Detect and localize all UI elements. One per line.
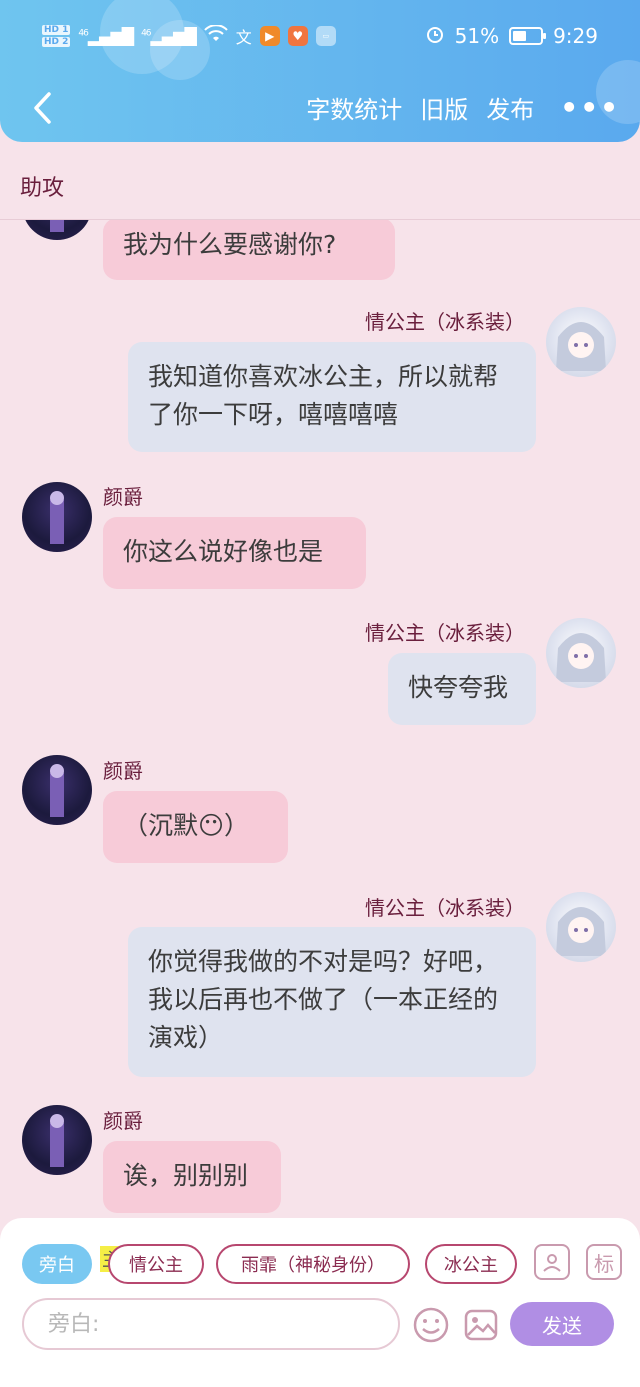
video-app-icon: ▶ [259, 26, 280, 46]
role-chip-yufei[interactable]: 雨霏（神秘身份） [216, 1244, 410, 1284]
sender-name: 颜爵 [103, 485, 143, 509]
alarm-icon [425, 24, 445, 49]
emoji-icon[interactable] [412, 1306, 450, 1344]
message-bubble: 你这么说好像也是 [103, 517, 366, 589]
sender-name: 情公主（冰系装） [365, 896, 525, 920]
sender-name: 情公主（冰系装） [365, 310, 525, 334]
publish-button[interactable]: 发布 [486, 90, 534, 125]
hd-indicator: HD 1 HD 2 [42, 25, 71, 47]
message-bubble: 我为什么要感谢你? [103, 220, 395, 280]
avatar[interactable] [22, 755, 92, 825]
sender-name: 颜爵 [103, 1109, 143, 1133]
role-chip-qing-princess[interactable]: 情公主 [108, 1244, 204, 1284]
health-app-icon: ♥ [287, 26, 308, 46]
back-button[interactable] [22, 88, 62, 128]
message-bubble: 诶，别别别 [103, 1141, 281, 1213]
role-chip-ice-princess[interactable]: 冰公主 [425, 1244, 517, 1284]
sms-app-icon: ▭ [315, 26, 336, 46]
chat-list[interactable]: 我为什么要感谢你? 情公主（冰系装） 我知道你喜欢冰公主，所以就帮了你一下呀，嘻… [0, 220, 640, 1220]
nav-bar: 字数统计 旧版 发布 ••• [0, 82, 640, 136]
more-icon[interactable]: ••• [560, 91, 620, 124]
avatar[interactable] [22, 482, 92, 552]
role-manage-icon[interactable] [534, 1244, 570, 1280]
signal-icon: 46▂▄▆█ [78, 26, 134, 46]
section-title: 助攻 [0, 142, 640, 220]
wifi-icon [204, 24, 228, 48]
input-row: 发送 [22, 1298, 622, 1350]
status-bar: HD 1 HD 2 46▂▄▆█ 46▂▄▆█ 文 ▶ ♥ ▭ 51% 9:29 [0, 18, 640, 54]
chevron-left-icon [34, 92, 51, 124]
avatar[interactable] [22, 220, 92, 240]
message-input[interactable] [22, 1298, 400, 1350]
message-bubble: 我知道你喜欢冰公主，所以就帮了你一下呀，嘻嘻嘻嘻 [128, 342, 536, 452]
message-bubble: 你觉得我做的不对是吗？好吧，我以后再也不做了（一本正经的演戏） [128, 927, 536, 1077]
sender-name: 颜爵 [103, 759, 143, 783]
send-button[interactable]: 发送 [510, 1302, 614, 1346]
word-count-button[interactable]: 字数统计 [306, 90, 402, 125]
top-header: HD 1 HD 2 46▂▄▆█ 46▂▄▆█ 文 ▶ ♥ ▭ 51% 9:29 [0, 0, 640, 142]
avatar[interactable] [546, 892, 616, 962]
message-bubble: 快夸夸我 [388, 653, 536, 725]
tag-button[interactable]: 标 [586, 1244, 622, 1280]
clock: 9:29 [553, 24, 598, 48]
role-chip-narration[interactable]: 旁白 [22, 1244, 92, 1284]
old-version-button[interactable]: 旧版 [420, 90, 468, 125]
battery-percent: 51% [454, 24, 500, 48]
sender-name: 情公主（冰系装） [365, 621, 525, 645]
avatar[interactable] [546, 618, 616, 688]
role-selector: 旁白 主 情公主 雨霏（神秘身份） 冰公主 标 [22, 1244, 622, 1284]
avatar[interactable] [546, 307, 616, 377]
avatar[interactable] [22, 1105, 92, 1175]
message-bubble: （沉默😶） [103, 791, 288, 863]
composer: 旁白 主 情公主 雨霏（神秘身份） 冰公主 标 发送 [0, 1218, 640, 1387]
image-icon[interactable] [462, 1306, 500, 1344]
battery-icon [509, 27, 547, 45]
signal-icon: 46▂▄▆█ [141, 26, 197, 46]
translate-icon: 文 [235, 28, 252, 47]
